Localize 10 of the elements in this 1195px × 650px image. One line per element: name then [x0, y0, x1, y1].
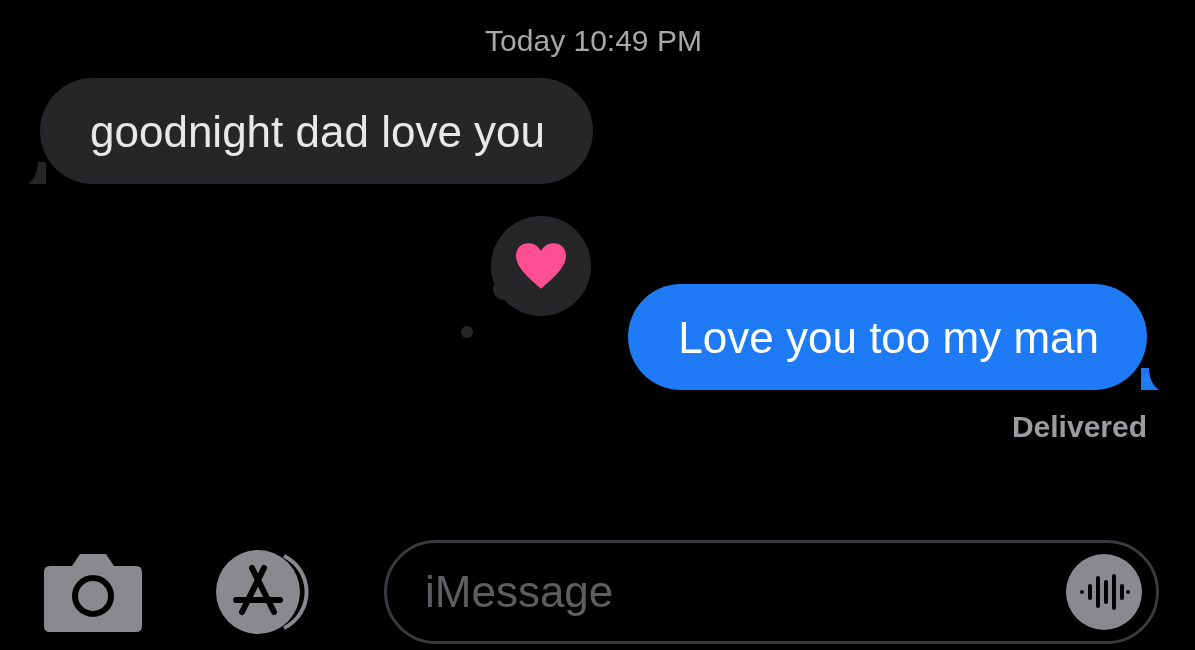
message-field[interactable]: iMessage: [384, 540, 1159, 644]
tapback-dot: [461, 326, 473, 338]
camera-icon[interactable]: [42, 552, 144, 632]
timestamp: Today 10:49 PM: [485, 24, 702, 58]
message-input-field[interactable]: iMessage: [423, 566, 1066, 618]
bubble-tail-icon: [28, 162, 46, 184]
bubble-tail-icon: [1141, 368, 1159, 390]
audio-waveform-icon[interactable]: [1066, 554, 1142, 630]
delivery-status: Delivered: [1011, 410, 1147, 444]
heart-icon: [513, 241, 569, 291]
